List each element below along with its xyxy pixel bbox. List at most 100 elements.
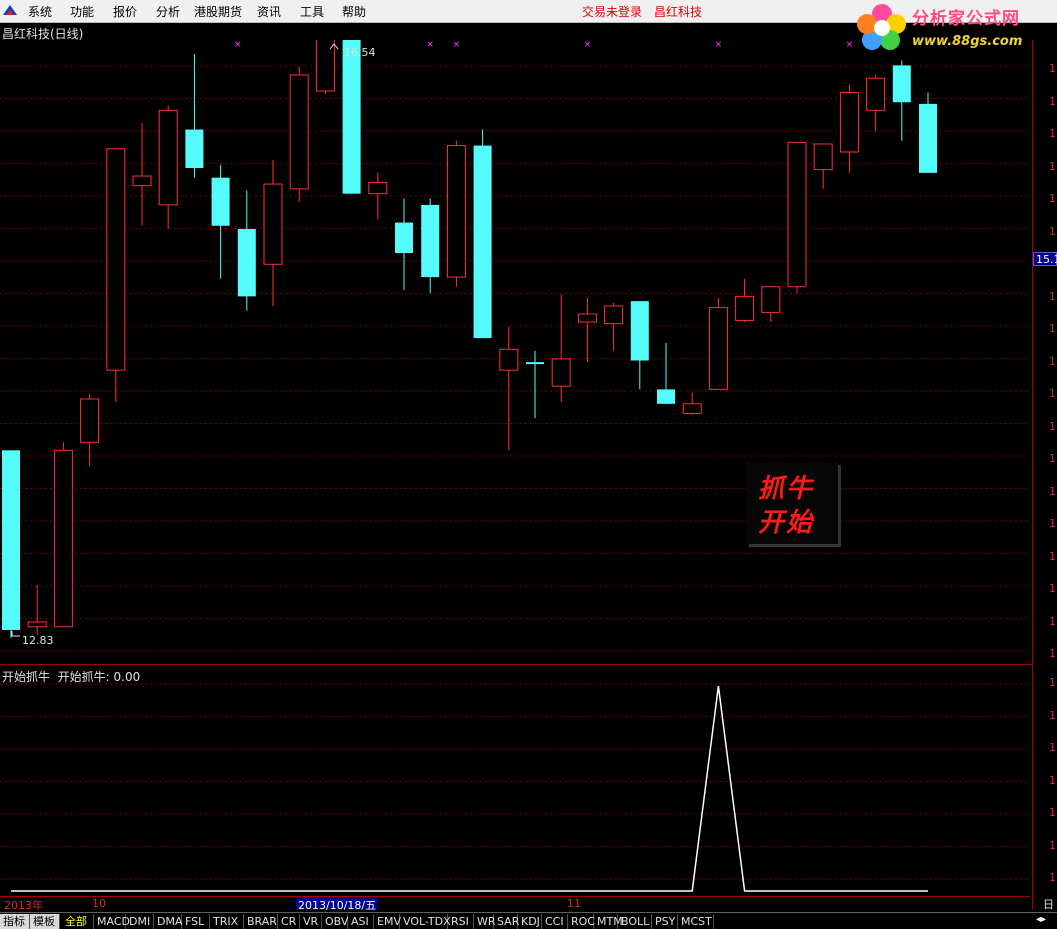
event-marker: × [234,40,242,50]
candle [761,286,781,323]
candle [237,190,256,311]
event-marker: × [715,40,723,50]
candle [577,297,597,363]
candle-body [263,183,283,265]
menu-function[interactable]: 功能 [70,3,94,20]
indicator-axis-tick: 1 [1049,676,1056,689]
menu-tools[interactable]: 工具 [300,3,324,20]
price-axis-tick: 1 [1049,484,1056,498]
tab-emv[interactable]: EMV [374,914,401,929]
tab-roc[interactable]: ROC [568,914,595,929]
indicator-axis-tick: 1 [1049,773,1056,787]
candle [395,198,413,290]
indicator-axis-tick: 1 [1049,806,1056,819]
candle [185,54,204,178]
candle-body [395,222,413,254]
event-marker: × [584,40,592,50]
candle-body [446,145,466,278]
tab-macd[interactable]: MACD [94,914,130,929]
price-axis-tick: 1 [1049,224,1056,238]
candle-body [761,286,781,313]
candle-body [682,403,702,414]
tab-asi[interactable]: ASI [348,914,374,929]
tab---[interactable]: 全部 [62,914,94,929]
date-label-year: 2013年 [4,899,43,912]
price-axis-tick: 1 [1049,62,1056,75]
menu-help[interactable]: 帮助 [342,3,366,20]
candle-body [866,77,886,111]
trade-login-status[interactable]: 交易未登录 [582,3,642,20]
event-marker: × [846,40,854,50]
candle-body [53,449,73,628]
tab-vr[interactable]: VR [300,914,322,929]
tab-dmi[interactable]: DMI [126,914,154,929]
candle-body [657,389,675,404]
tab-psy[interactable]: PSY [652,914,678,929]
tab-cci[interactable]: CCI [542,914,568,929]
tab-boll[interactable]: BOLL [618,914,652,929]
menu-system[interactable]: 系统 [28,3,52,20]
candle [132,123,152,226]
tab-wr[interactable]: WR [474,914,496,929]
indicator-axis-tick: 1 [1049,741,1056,754]
high-price-text: 16.54 [344,46,376,59]
candle-body [892,65,911,103]
event-marker: × [426,40,434,50]
panel-divider [0,664,1032,665]
price-axis-tick: 1 [1049,517,1056,530]
candle [2,450,20,638]
candle-body [421,204,440,278]
date-axis: 2013年 10 11 2013/10/18/五 [0,896,1030,912]
tab-cr[interactable]: CR [278,914,300,929]
high-price-label: 16.54 [329,43,376,59]
tab-kdj[interactable]: KDJ [518,914,542,929]
menu-hk-futures[interactable]: 港股期货 [194,3,242,20]
event-marker: × [453,40,461,50]
candle-body [526,362,544,365]
low-price-text: 12.83 [22,634,54,647]
candle [315,40,335,95]
tab-rsi[interactable]: RSI [448,914,474,929]
candle [551,294,571,403]
candle-body [2,450,20,630]
candle-body [27,621,47,628]
candle-body [577,313,597,323]
app-logo-icon[interactable] [2,3,18,17]
candle-body [787,141,807,288]
tab-trix[interactable]: TRIX [210,914,244,929]
candle-body [342,40,361,194]
indicator-value: 开始抓牛: 0.00 [57,670,141,684]
tab-mcst[interactable]: MCST [678,914,714,929]
candle [735,278,755,323]
candlestick-chart[interactable]: × × × × × × 16.54 12.83 [0,40,1030,664]
tab-mtm[interactable]: MTM [594,914,623,929]
scroll-arrows-icon[interactable]: ◂▸ [1036,914,1046,925]
tab-indicator[interactable]: 指标 [0,914,30,929]
date-cursor-label: 2013/10/18/五 [296,897,379,912]
candle-body [106,148,126,371]
date-label-oct: 10 [92,897,106,910]
tab-brar[interactable]: BRAR [244,914,278,929]
price-axis-tick: 1 [1049,354,1056,368]
price-axis-tick: 1 [1049,94,1056,108]
tab-obv[interactable]: OBV [322,914,348,929]
candle-body [237,228,256,297]
menu-quote[interactable]: 报价 [113,3,137,20]
tab-fsl[interactable]: FSL [182,914,210,929]
current-stock-name: 昌红科技 [654,5,703,19]
menu-analysis[interactable]: 分析 [156,3,180,20]
candle-body [604,305,624,325]
candle [813,143,833,189]
candle [473,129,492,339]
period-label[interactable]: 日 [1043,896,1054,912]
indicator-chart[interactable] [0,666,1030,896]
candle [657,342,675,404]
tab-vol-tdx[interactable]: VOL-TDX [400,914,451,929]
tab-dma[interactable]: DMA [154,914,183,929]
candle [682,392,702,416]
menu-info[interactable]: 资讯 [257,3,281,20]
price-axis-tick: 1 [1049,614,1056,628]
tab-template[interactable]: 模板 [30,914,60,929]
candle [27,585,47,635]
tab-sar[interactable]: SAR [494,914,519,929]
